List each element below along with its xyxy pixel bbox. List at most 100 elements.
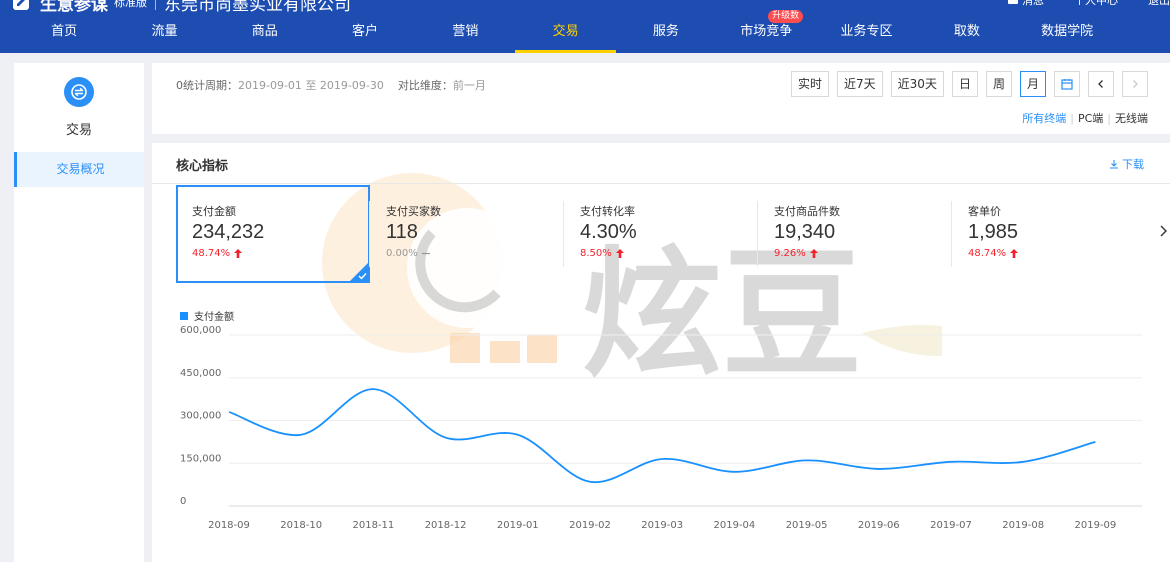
- chevron-right-icon: [1160, 225, 1167, 237]
- chevron-right-icon: [1133, 80, 1138, 88]
- nav-transactions[interactable]: 交易: [515, 13, 617, 53]
- arrow-up-icon: [234, 249, 243, 258]
- nav-marketing[interactable]: 营销: [415, 13, 515, 53]
- calendar-button[interactable]: [1054, 71, 1080, 97]
- core-metrics-card: 炫豆 核心指标 下载 支付金额 234,232 48.74% 支付买家数 118…: [152, 143, 1170, 562]
- download-button[interactable]: 下载: [1109, 156, 1144, 172]
- month-button[interactable]: 月: [1019, 71, 1046, 97]
- period-value: 2019-09-01 至 2019-09-30: [238, 79, 384, 92]
- nav-products[interactable]: 商品: [215, 13, 315, 53]
- metric-value: 234,232: [192, 221, 265, 243]
- y-tick-label: 300,000: [180, 411, 221, 422]
- download-label: 下载: [1122, 158, 1144, 171]
- metric-label: 支付转化率: [580, 205, 635, 218]
- compare-value: 前一月: [452, 79, 486, 92]
- x-tick-label: 2019-09: [1075, 520, 1117, 531]
- previous-period-button[interactable]: [1088, 71, 1114, 97]
- edition-label: 标准版: [114, 0, 147, 9]
- x-tick-label: 2019-06: [858, 520, 900, 531]
- card-divider: [152, 183, 1170, 184]
- x-tick-label: 2018-11: [353, 520, 395, 531]
- message-icon: [1008, 0, 1018, 4]
- metric-value: 118: [386, 221, 418, 243]
- metric-change: 9.26%: [774, 248, 952, 259]
- day-button[interactable]: 日: [951, 71, 978, 97]
- payment-amount-chart: 0 150,000 300,000 450,000 600,000 2018-09 2018…: [180, 325, 1142, 531]
- nav-customers[interactable]: 客户: [315, 13, 415, 53]
- x-tick-label: 2019-04: [714, 520, 756, 531]
- metric-label: 支付买家数: [386, 205, 441, 218]
- sidebar-title: 交易: [65, 123, 92, 138]
- metric-conversion-rate[interactable]: 支付转化率 4.30% 8.50%: [564, 185, 758, 283]
- dash-icon: [421, 252, 430, 255]
- metric-avg-order-value[interactable]: 客单价 1,985 48.74%: [952, 185, 1146, 283]
- metric-value: 4.30%: [580, 221, 637, 243]
- x-tick-label: 2019-03: [641, 520, 683, 531]
- sidebar: 交易 交易概况: [14, 63, 144, 562]
- x-tick-label: 2019-05: [786, 520, 828, 531]
- x-tick-label: 2019-01: [497, 520, 539, 531]
- metric-items-paid[interactable]: 支付商品件数 19,340 9.26%: [758, 185, 952, 283]
- profile-link[interactable]: 个人中心: [1074, 0, 1118, 8]
- period-info: 0统计周期：2019-09-01 至 2019-09-30 对比维度：前一月: [176, 77, 486, 93]
- edit-icon: [10, 0, 32, 13]
- check-icon: [358, 273, 367, 280]
- logout-link[interactable]: 退出: [1148, 0, 1170, 8]
- nav-data-academy[interactable]: 数据学院: [1017, 13, 1117, 53]
- arrow-up-icon: [809, 249, 818, 258]
- terminal-pc[interactable]: PC端: [1078, 112, 1103, 125]
- metric-change: 48.74%: [968, 248, 1146, 259]
- brand-divider: [155, 0, 156, 10]
- nav-data-fetch[interactable]: 取数: [917, 13, 1017, 53]
- top-bar: 生意参谋 标准版 东莞市尚墨实业有限公司 消息 个人中心 退出 首页 流量 商品…: [0, 0, 1170, 53]
- nav-market-competition[interactable]: 市场竞争 升级数: [716, 10, 816, 53]
- y-tick-label: 450,000: [180, 368, 221, 379]
- metric-paying-buyers[interactable]: 支付买家数 118 0.00%: [370, 185, 564, 283]
- nav-market-competition-label: 市场竞争: [740, 24, 793, 39]
- metric-change: 48.74%: [192, 248, 368, 259]
- series-line-payment-amount: [228, 388, 1096, 484]
- metric-label: 客单价: [968, 205, 1001, 218]
- legend-label: 支付金额: [194, 312, 234, 323]
- metric-label: 支付商品件数: [774, 205, 840, 218]
- main-nav: 首页 流量 商品 客户 营销 交易 服务 市场竞争 升级数 业务专区 取数 数据…: [14, 10, 1117, 53]
- date-range-buttons: 实时 近7天 近30天 日 周 月: [791, 71, 1148, 97]
- x-tick-label: 2019-07: [930, 520, 972, 531]
- nav-business-zone[interactable]: 业务专区: [816, 13, 916, 53]
- legend-swatch: [180, 311, 188, 320]
- y-tick-label: 150,000: [180, 453, 221, 464]
- metrics-next-button[interactable]: [1158, 223, 1168, 242]
- sidebar-item-transaction-overview[interactable]: 交易概况: [14, 152, 144, 187]
- chart-legend[interactable]: 支付金额: [180, 308, 234, 323]
- y-tick-label: 0: [180, 496, 186, 507]
- terminal-switch: 所有终端 | PC端 | 无线端: [1022, 112, 1148, 125]
- metric-change: 8.50%: [580, 248, 758, 259]
- upgrade-badge: 升级数: [768, 10, 804, 23]
- week-button[interactable]: 周: [985, 71, 1012, 97]
- user-links: 消息 个人中心 退出: [1008, 0, 1170, 8]
- compare-label: 对比维度：: [397, 79, 453, 92]
- last-7-days-button[interactable]: 近7天: [837, 71, 883, 97]
- terminal-wireless[interactable]: 无线端: [1115, 112, 1148, 125]
- metric-payment-amount[interactable]: 支付金额 234,232 48.74%: [176, 185, 370, 283]
- y-tick-label: 600,000: [180, 325, 221, 336]
- last-30-days-button[interactable]: 近30天: [890, 71, 944, 97]
- nav-home[interactable]: 首页: [14, 13, 114, 53]
- metric-change: 0.00%: [386, 248, 564, 259]
- nav-traffic[interactable]: 流量: [114, 13, 214, 53]
- period-label: 0统计周期：: [176, 79, 238, 92]
- terminal-all[interactable]: 所有终端: [1022, 112, 1066, 125]
- x-tick-label: 2019-08: [1002, 520, 1044, 531]
- x-tick-label: 2018-09: [208, 520, 250, 531]
- next-period-button[interactable]: [1122, 71, 1148, 97]
- nav-service[interactable]: 服务: [616, 13, 716, 53]
- x-tick-label: 2019-02: [569, 520, 611, 531]
- transaction-icon: [64, 77, 94, 107]
- realtime-button[interactable]: 实时: [791, 71, 830, 97]
- chevron-left-icon: [1098, 80, 1103, 88]
- messages-link[interactable]: 消息: [1008, 0, 1044, 8]
- arrow-up-icon: [615, 249, 624, 258]
- metric-value: 19,340: [774, 221, 836, 243]
- x-tick-label: 2018-10: [280, 520, 322, 531]
- core-metrics-title: 核心指标: [176, 159, 229, 174]
